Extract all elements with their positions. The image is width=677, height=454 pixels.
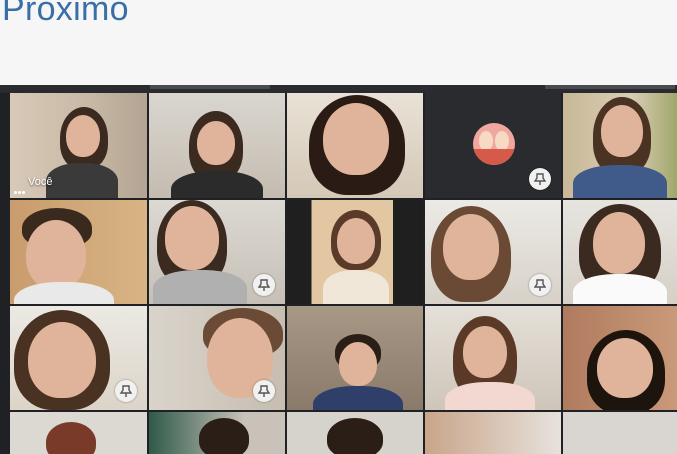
pin-icon[interactable] (253, 274, 275, 296)
pin-icon[interactable] (253, 380, 275, 402)
video-call-frame: Você (0, 85, 677, 454)
participant-tile[interactable] (563, 200, 677, 304)
participant-tile[interactable] (563, 93, 677, 198)
participant-tile[interactable] (287, 306, 423, 410)
top-strip (0, 85, 677, 93)
participant-tile[interactable] (425, 200, 561, 304)
page-header: Próximo (0, 0, 677, 85)
participant-tile[interactable] (425, 412, 561, 454)
participant-tile[interactable] (149, 200, 285, 304)
page-title: Próximo (2, 0, 129, 28)
participant-tile[interactable] (287, 412, 423, 454)
participant-tile[interactable] (149, 412, 285, 454)
pin-icon[interactable] (529, 168, 551, 190)
participant-tile[interactable] (149, 93, 285, 198)
participant-tile[interactable] (563, 412, 677, 454)
pin-icon[interactable] (115, 380, 137, 402)
more-options-icon[interactable] (14, 181, 26, 194)
participant-tile[interactable] (149, 306, 285, 410)
participant-tile-self[interactable]: Você (10, 93, 147, 198)
participant-tile[interactable] (563, 306, 677, 410)
participant-grid: Você (10, 93, 677, 454)
pin-icon[interactable] (529, 274, 551, 296)
participant-tile[interactable] (10, 306, 147, 410)
participant-avatar (473, 123, 515, 165)
participant-tile[interactable] (10, 412, 147, 454)
self-name-label: Você (28, 176, 53, 188)
participant-tile[interactable] (287, 93, 423, 198)
participant-tile[interactable] (425, 306, 561, 410)
participant-tile[interactable] (287, 200, 423, 304)
participant-tile[interactable] (425, 93, 561, 198)
participant-tile[interactable] (10, 200, 147, 304)
